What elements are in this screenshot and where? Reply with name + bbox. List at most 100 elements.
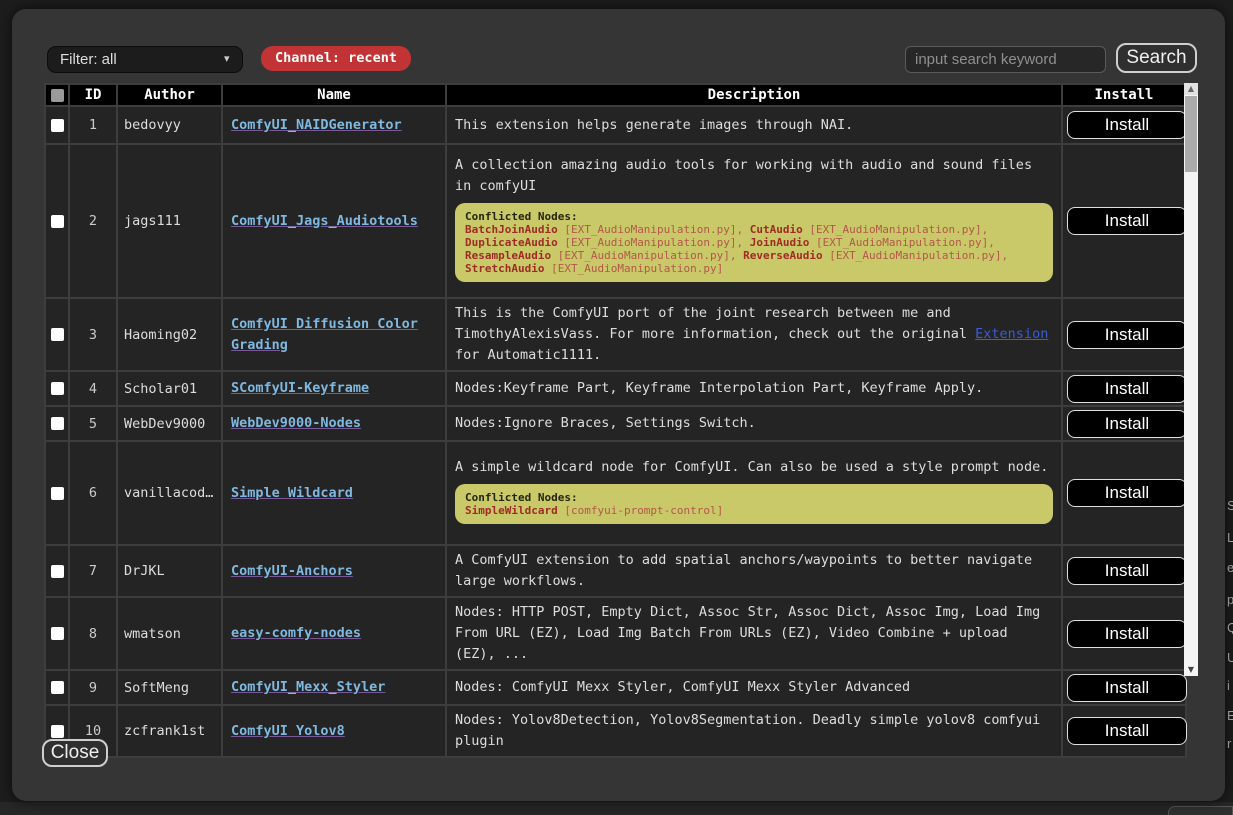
row-id: 7	[70, 546, 116, 596]
row-description: This is the ComfyUI port of the joint re…	[447, 299, 1061, 370]
close-button[interactable]: Close	[42, 739, 108, 767]
row-description: Nodes: Yolov8Detection, Yolov8Segmentati…	[447, 706, 1061, 756]
extension-name-link[interactable]: ComfyUI_Mexx_Styler	[231, 679, 385, 695]
row-checkbox[interactable]	[51, 681, 64, 694]
install-button[interactable]: Install	[1067, 717, 1187, 745]
row-id: 1	[70, 107, 116, 143]
header-id: ID	[70, 85, 116, 105]
extension-name-link[interactable]: ComfyUI_NAIDGenerator	[231, 117, 402, 133]
row-checkbox[interactable]	[51, 417, 64, 430]
row-description: A simple wildcard node for ComfyUI. Can …	[447, 442, 1061, 544]
table-row: 10 zcfrank1st ComfyUI Yolov8 Nodes: Yolo…	[46, 706, 1185, 756]
channel-badge[interactable]: Channel: recent	[261, 46, 411, 71]
custom-nodes-install-dialog: Filter: all ▾ Channel: recent Search ID	[12, 9, 1225, 801]
description-text: for Automatic1111.	[455, 347, 601, 363]
extension-name-link[interactable]: Simple Wildcard	[231, 485, 353, 501]
description-text: Nodes:Keyframe Part, Keyframe Interpolat…	[455, 380, 983, 396]
row-description: A collection amazing audio tools for wor…	[447, 145, 1061, 297]
row-author: DrJKL	[118, 546, 221, 596]
extension-name-link[interactable]: SComfyUI-Keyframe	[231, 380, 369, 396]
install-button[interactable]: Install	[1067, 674, 1187, 702]
row-author: Scholar01	[118, 372, 221, 405]
background-menu-letter: Q	[1227, 620, 1233, 635]
description-text: This extension helps generate images thr…	[455, 117, 853, 133]
description-text: A ComfyUI extension to add spatial ancho…	[455, 552, 1032, 589]
conflicted-nodes-box: Conflicted Nodes:SimpleWildcard [comfyui…	[455, 484, 1053, 524]
background-menu-fragment	[1168, 806, 1233, 815]
filter-dropdown[interactable]: Filter: all	[47, 46, 243, 73]
install-button[interactable]: Install	[1067, 410, 1187, 438]
header-author: Author	[118, 85, 221, 105]
description-text: A simple wildcard node for ComfyUI. Can …	[455, 459, 1048, 475]
conflicted-nodes-list: BatchJoinAudio [EXT_AudioManipulation.py…	[465, 223, 1043, 275]
extension-name-link[interactable]: easy-comfy-nodes	[231, 625, 361, 641]
description-link[interactable]: Extension	[975, 326, 1048, 342]
row-author: SoftMeng	[118, 671, 221, 704]
row-checkbox[interactable]	[51, 119, 64, 132]
install-button[interactable]: Install	[1067, 321, 1187, 349]
background-menu-letter: U	[1227, 650, 1233, 665]
scroll-down-icon[interactable]: ▼	[1184, 664, 1198, 676]
install-button[interactable]: Install	[1067, 375, 1187, 403]
table-row: 5 WebDev9000 WebDev9000-Nodes Nodes:Igno…	[46, 407, 1185, 440]
extension-name-link[interactable]: WebDev9000-Nodes	[231, 415, 361, 431]
row-checkbox[interactable]	[51, 215, 64, 228]
conflicted-nodes-title: Conflicted Nodes:	[465, 491, 1043, 504]
description-text: A collection amazing audio tools for wor…	[455, 157, 1032, 194]
conflicted-nodes-title: Conflicted Nodes:	[465, 210, 1043, 223]
background-menu-letter: S	[1227, 498, 1233, 513]
extension-name-link[interactable]: ComfyUI Diffusion Color Grading	[231, 316, 418, 353]
header-install: Install	[1063, 85, 1185, 105]
select-all-checkbox[interactable]	[51, 89, 64, 102]
row-id: 9	[70, 671, 116, 704]
custom-nodes-table: ID Author Name Description Install 1 bed…	[44, 83, 1183, 758]
table-row: 3 Haoming02 ComfyUI Diffusion Color Grad…	[46, 299, 1185, 370]
install-button[interactable]: Install	[1067, 207, 1187, 235]
install-button[interactable]: Install	[1067, 479, 1187, 507]
install-button[interactable]: Install	[1067, 620, 1187, 648]
row-checkbox[interactable]	[51, 565, 64, 578]
conflicted-nodes-list: SimpleWildcard [comfyui-prompt-control]	[465, 504, 1043, 517]
scrollbar-thumb[interactable]	[1185, 96, 1197, 172]
row-id: 8	[70, 598, 116, 669]
scroll-up-icon[interactable]: ▲	[1184, 83, 1198, 95]
install-button[interactable]: Install	[1067, 111, 1187, 139]
row-checkbox[interactable]	[51, 328, 64, 341]
table-header-row: ID Author Name Description Install	[46, 85, 1185, 105]
table-row: 7 DrJKL ComfyUI-Anchors A ComfyUI extens…	[46, 546, 1185, 596]
table-row: 6 vanillacode314 Simple Wildcard A simpl…	[46, 442, 1185, 544]
row-id: 2	[70, 145, 116, 297]
row-description: Nodes: HTTP POST, Empty Dict, Assoc Str,…	[447, 598, 1061, 669]
row-checkbox[interactable]	[51, 382, 64, 395]
row-author: jags111	[118, 145, 221, 297]
header-name: Name	[223, 85, 445, 105]
table-row: 4 Scholar01 SComfyUI-Keyframe Nodes:Keyf…	[46, 372, 1185, 405]
extension-name-link[interactable]: ComfyUI-Anchors	[231, 563, 353, 579]
description-text: Nodes:Ignore Braces, Settings Switch.	[455, 415, 756, 431]
screen: SLepQUiEr Filter: all ▾ Channel: recent …	[0, 0, 1233, 815]
row-author: zcfrank1st	[118, 706, 221, 756]
row-author: WebDev9000	[118, 407, 221, 440]
row-checkbox[interactable]	[51, 627, 64, 640]
row-description: Nodes:Keyframe Part, Keyframe Interpolat…	[447, 372, 1061, 405]
search-button[interactable]: Search	[1116, 43, 1197, 73]
background-menu-letter: i	[1227, 678, 1230, 693]
description-text: Nodes: Yolov8Detection, Yolov8Segmentati…	[455, 712, 1040, 749]
table-row: 1 bedovyy ComfyUI_NAIDGenerator This ext…	[46, 107, 1185, 143]
row-id: 4	[70, 372, 116, 405]
table-row: 2 jags111 ComfyUI_Jags_Audiotools A coll…	[46, 145, 1185, 297]
table-row: 9 SoftMeng ComfyUI_Mexx_Styler Nodes: Co…	[46, 671, 1185, 704]
extension-name-link[interactable]: ComfyUI Yolov8	[231, 723, 345, 739]
conflicted-nodes-box: Conflicted Nodes:BatchJoinAudio [EXT_Aud…	[455, 203, 1053, 282]
search-input[interactable]	[905, 46, 1106, 73]
description-text: This is the ComfyUI port of the joint re…	[455, 305, 975, 342]
install-button[interactable]: Install	[1067, 557, 1187, 585]
row-id: 5	[70, 407, 116, 440]
row-checkbox[interactable]	[51, 487, 64, 500]
vertical-scrollbar[interactable]: ▲ ▼	[1184, 83, 1198, 676]
row-description: Nodes:Ignore Braces, Settings Switch.	[447, 407, 1061, 440]
row-checkbox[interactable]	[51, 725, 64, 738]
extension-name-link[interactable]: ComfyUI_Jags_Audiotools	[231, 213, 418, 229]
header-description: Description	[447, 85, 1061, 105]
row-id: 6	[70, 442, 116, 544]
